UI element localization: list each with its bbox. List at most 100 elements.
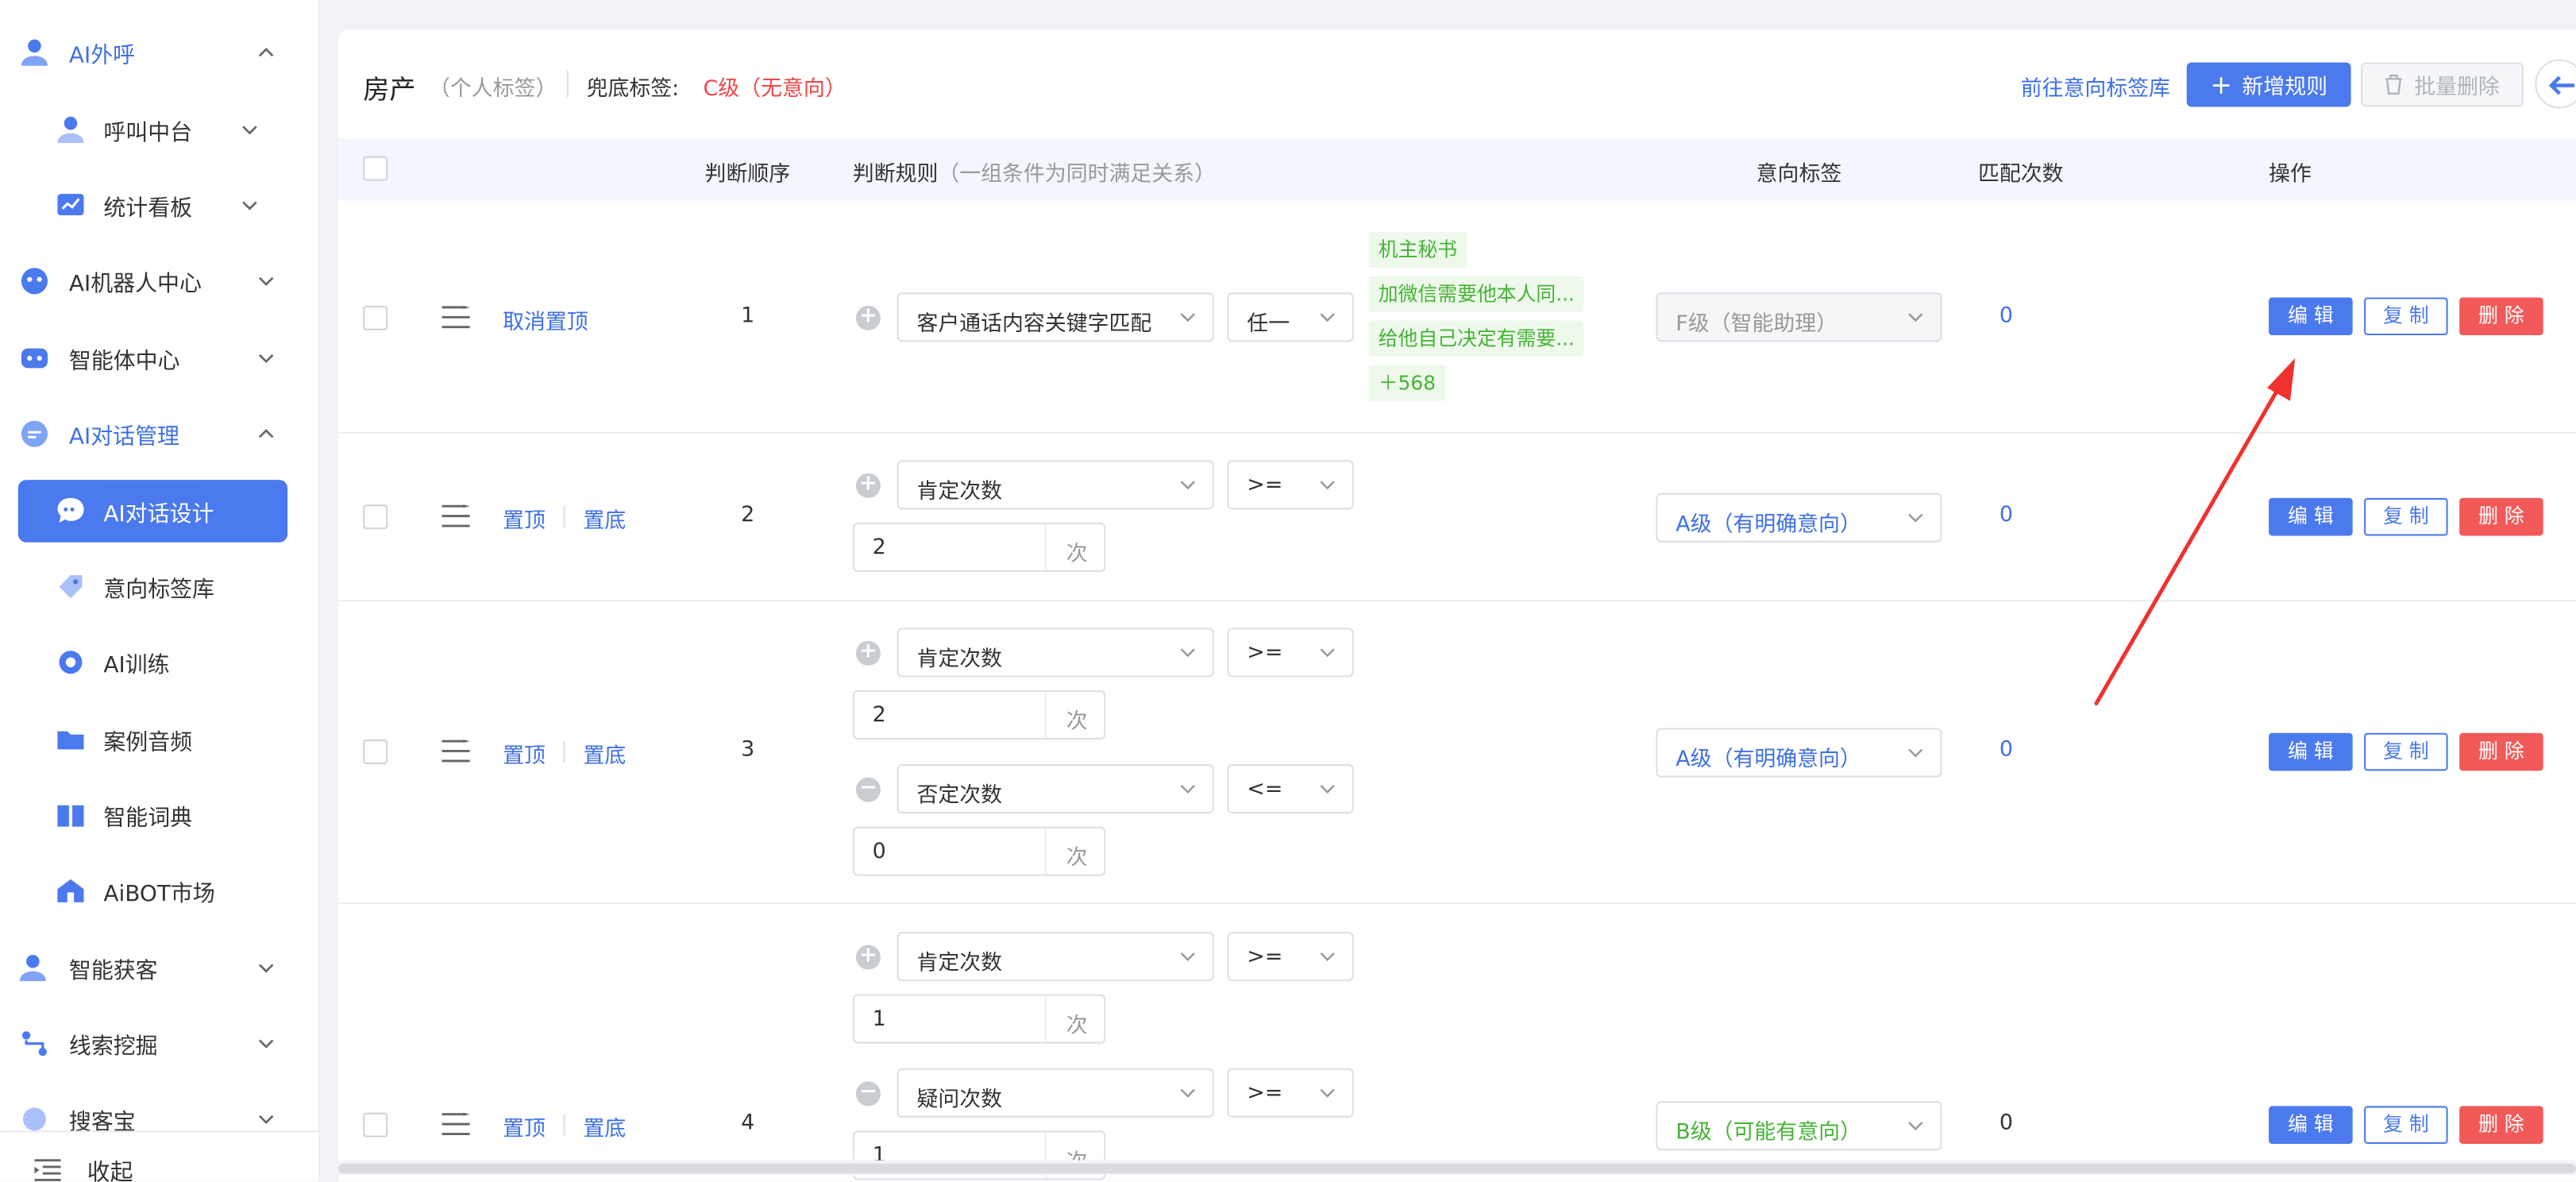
sidebar-item-agent-center[interactable]: 智能体中心	[0, 329, 318, 388]
sidebar-item-ai-outbound[interactable]: AI外呼	[0, 23, 318, 82]
sidebar-item-label: 智能获客	[68, 958, 158, 985]
pin-bottom-link[interactable]: 置底	[583, 1111, 626, 1142]
sidebar-item-robot-center[interactable]: AI机器人中心	[0, 252, 318, 311]
pin-top-link[interactable]: 置顶	[503, 1111, 546, 1142]
select-value: 否定次数	[916, 783, 1003, 809]
sidebar-item-stats-board[interactable]: 统计看板	[0, 176, 318, 234]
drag-handle-icon[interactable]	[442, 740, 470, 763]
row-checkbox[interactable]	[363, 1112, 388, 1138]
edit-button[interactable]: 编 辑	[2269, 1106, 2353, 1144]
intent-tag-select[interactable]: A级（有明确意向）	[1656, 492, 1942, 543]
input-value: 2	[872, 535, 886, 561]
sidebar-item-intent-tag-library[interactable]: 意向标签库	[0, 557, 318, 616]
unit-label: 次	[1066, 542, 1088, 567]
delete-button[interactable]: 删 除	[2459, 497, 2543, 536]
copy-button[interactable]: 复 制	[2364, 297, 2448, 336]
sidebar-item-case-audio[interactable]: 案例音频	[0, 710, 318, 769]
condition-count-input[interactable]: 0 次	[852, 826, 1106, 876]
condition-count-input[interactable]: 2 次	[852, 690, 1106, 740]
remove-condition-icon[interactable]: −	[855, 777, 881, 802]
sidebar-item-dialog-management[interactable]: AI对话管理	[0, 404, 318, 463]
horizontal-scrollbar[interactable]	[338, 1160, 2576, 1176]
row-checkbox[interactable]	[363, 504, 388, 530]
add-condition-icon[interactable]: +	[855, 944, 881, 970]
edit-button[interactable]: 编 辑	[2269, 497, 2353, 536]
pin-bottom-link[interactable]: 置底	[583, 738, 626, 769]
row-checkbox[interactable]	[363, 305, 388, 330]
panel-header: 房产 （个人标签） 兜底标签: C级（无意向） 前往意向标签库 + 新增规则 批…	[338, 29, 2576, 138]
condition-operator-select[interactable]: >=	[1227, 628, 1354, 678]
delete-button[interactable]: 删 除	[2459, 1106, 2543, 1144]
delete-button[interactable]: 删 除	[2459, 297, 2543, 336]
pin-top-link[interactable]: 置顶	[503, 503, 546, 534]
sidebar-item-aibot-market[interactable]: AiBOT市场	[0, 861, 318, 920]
condition-operator-select[interactable]: 任一	[1227, 292, 1354, 342]
condition-field-select[interactable]: 肯定次数	[897, 628, 1214, 678]
edit-button[interactable]: 编 辑	[2269, 297, 2353, 336]
add-condition-icon[interactable]: +	[855, 640, 881, 666]
back-button[interactable]	[2535, 59, 2576, 109]
chevron-down-icon	[1320, 481, 1335, 490]
user-headset-icon	[21, 39, 48, 66]
copy-button[interactable]: 复 制	[2364, 497, 2448, 536]
condition-field-select[interactable]: 肯定次数	[897, 932, 1214, 982]
condition-operator-select[interactable]: >=	[1227, 932, 1354, 982]
copy-button[interactable]: 复 制	[2364, 732, 2448, 771]
more-tags-badge[interactable]: ＋568	[1368, 365, 1446, 401]
arrow-left-icon	[2548, 75, 2574, 95]
add-condition-icon[interactable]: +	[855, 305, 881, 330]
add-condition-icon[interactable]: +	[855, 473, 881, 498]
condition-field-select[interactable]: 否定次数	[897, 764, 1214, 814]
sidebar-item-call-center[interactable]: 呼叫中台	[0, 100, 318, 159]
agent-icon	[21, 348, 48, 369]
drag-handle-icon[interactable]	[442, 305, 470, 329]
match-count: 0	[1999, 503, 2013, 528]
batch-delete-button[interactable]: 批量删除	[2361, 62, 2524, 107]
remove-condition-icon[interactable]: −	[855, 1080, 881, 1107]
condition-count-input[interactable]: 1 次	[852, 994, 1106, 1044]
fallback-tag-value[interactable]: C级（无意向）	[703, 71, 846, 102]
drag-handle-icon[interactable]	[442, 1112, 470, 1136]
drag-handle-icon[interactable]	[442, 504, 470, 527]
edit-button[interactable]: 编 辑	[2269, 732, 2353, 771]
condition-operator-select[interactable]: >=	[1227, 1068, 1354, 1118]
chevron-down-icon	[258, 964, 274, 973]
delete-button[interactable]: 删 除	[2459, 732, 2543, 771]
sidebar-collapse-button[interactable]: 收起	[0, 1130, 319, 1182]
sidebar-item-smart-dictionary[interactable]: 智能词典	[0, 786, 318, 844]
condition-operator-select[interactable]: >=	[1227, 460, 1354, 510]
sidebar-item-dialog-design[interactable]: AI对话设计	[17, 480, 288, 543]
condition-field-select[interactable]: 疑问次数	[897, 1068, 1214, 1118]
table-header: 判断顺序 判断规则 （一组条件为同时满足关系） 意向标签 匹配次数 操作	[338, 137, 2576, 201]
scrollbar-thumb[interactable]	[338, 1163, 2576, 1174]
intent-tag-select[interactable]: B级（可能有意向）	[1656, 1101, 1942, 1151]
condition-count-input[interactable]: 2 次	[852, 522, 1106, 572]
chevron-down-icon	[258, 1114, 274, 1124]
select-value: 肯定次数	[916, 647, 1003, 673]
add-rule-button[interactable]: + 新增规则	[2186, 62, 2351, 107]
intent-tag-select[interactable]: F级（智能助理）	[1656, 292, 1942, 342]
condition-field-select[interactable]: 肯定次数	[897, 460, 1214, 510]
rule-order: 4	[741, 1111, 755, 1136]
input-value: 1	[872, 1007, 886, 1033]
col-intent: 意向标签	[1756, 162, 1842, 187]
menu-fold-icon	[34, 1159, 61, 1181]
condition-field-select[interactable]: 客户通话内容关键字匹配	[897, 292, 1214, 342]
sidebar-item-smart-acquisition[interactable]: 智能获客	[0, 938, 318, 997]
goto-tag-library-link[interactable]: 前往意向标签库	[2021, 71, 2170, 102]
intent-tag-select[interactable]: A级（有明确意向）	[1656, 728, 1942, 778]
select-all-checkbox[interactable]	[363, 156, 388, 181]
condition-operator-select[interactable]: <=	[1227, 764, 1354, 814]
sidebar-item-lead-mining[interactable]: 线索挖掘	[0, 1014, 318, 1073]
sidebar-item-label: AI外呼	[68, 42, 136, 69]
sidebar-item-label: AI机器人中心	[68, 271, 202, 298]
sidebar-item-label: AiBOT市场	[103, 880, 215, 908]
select-value: 客户通话内容关键字匹配	[916, 312, 1152, 338]
row-checkbox[interactable]	[363, 740, 388, 765]
chevron-down-icon	[1180, 313, 1195, 323]
copy-button[interactable]: 复 制	[2364, 1106, 2448, 1144]
sidebar-item-ai-training[interactable]: AI训练	[0, 633, 318, 692]
unpin-link[interactable]: 取消置顶	[503, 304, 588, 335]
pin-top-link[interactable]: 置顶	[503, 738, 546, 769]
pin-bottom-link[interactable]: 置底	[583, 503, 626, 534]
